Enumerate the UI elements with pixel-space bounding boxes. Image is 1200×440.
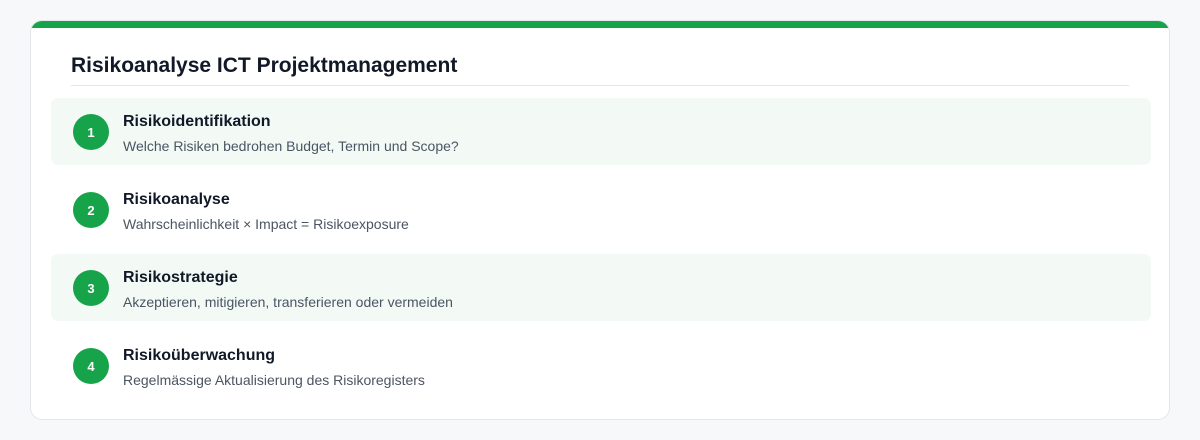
step-number-badge: 1: [73, 114, 109, 150]
step-item-risikoanalyse: 2 Risikoanalyse Wahrscheinlichkeit × Imp…: [51, 176, 1151, 243]
step-item-risikoueberwachung: 4 Risikoüberwachung Regelmässige Aktuali…: [51, 332, 1151, 399]
step-heading: Risikostrategie: [123, 269, 238, 286]
step-heading: Risikoüberwachung: [123, 347, 276, 364]
risk-process-card: Risikoanalyse ICT Projektmanagement 1 Ri…: [30, 20, 1170, 420]
accent-top-bar: [31, 21, 1169, 28]
step-item-risikoidentifikation: 1 Risikoidentifikation Welche Risiken be…: [51, 98, 1151, 165]
step-heading: Risikoidentifikation: [123, 113, 271, 130]
step-item-risikostrategie: 3 Risikostrategie Akzeptieren, mitigiere…: [51, 254, 1151, 321]
card-title: Risikoanalyse ICT Projektmanagement: [71, 54, 458, 77]
step-heading: Risikoanalyse: [123, 191, 230, 208]
step-number-badge: 2: [73, 192, 109, 228]
step-description: Welche Risiken bedrohen Budget, Termin u…: [123, 138, 459, 154]
step-description: Regelmässige Aktualisierung des Risikore…: [123, 372, 425, 388]
step-number-badge: 4: [73, 348, 109, 384]
title-divider: [71, 85, 1129, 86]
step-number-badge: 3: [73, 270, 109, 306]
step-description: Wahrscheinlichkeit × Impact = Risikoexpo…: [123, 216, 409, 232]
step-description: Akzeptieren, mitigieren, transferieren o…: [123, 294, 453, 310]
